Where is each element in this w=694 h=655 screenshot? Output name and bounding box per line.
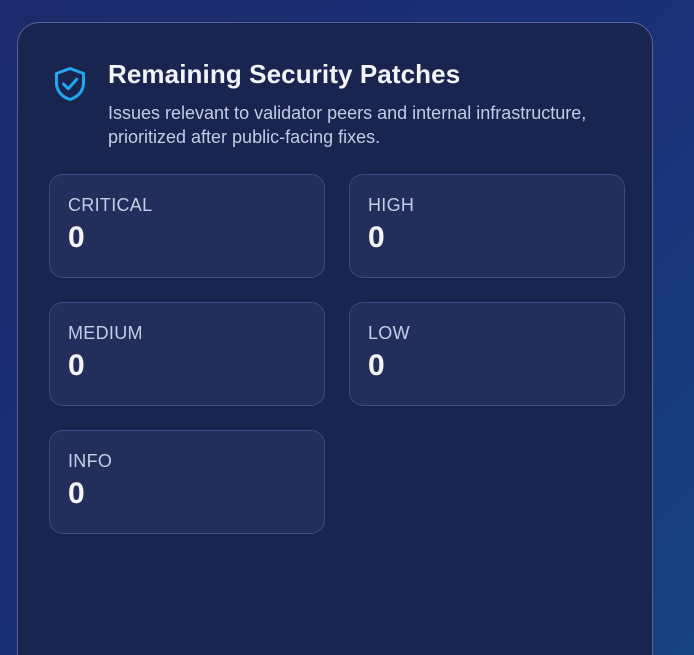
stat-label: HIGH [368, 195, 415, 215]
stat-value: 0 [68, 221, 85, 254]
stat-value: 0 [68, 349, 85, 382]
stat-label: LOW [368, 323, 410, 343]
stat-card-critical: CRITICAL 0 [49, 174, 325, 278]
panel-title: Remaining Security Patches [108, 59, 461, 89]
stat-card-medium: MEDIUM 0 [49, 302, 325, 406]
stat-card-low: LOW 0 [349, 302, 625, 406]
panel-subtitle: Issues relevant to validator peers and i… [108, 103, 587, 147]
stat-label: CRITICAL [68, 195, 153, 215]
stat-card-info: INFO 0 [49, 430, 325, 534]
stat-value: 0 [368, 221, 385, 254]
stat-value: 0 [368, 349, 385, 382]
shield-check-icon [55, 67, 85, 101]
stat-value: 0 [68, 477, 85, 510]
stat-card-high: HIGH 0 [349, 174, 625, 278]
stat-label: INFO [68, 451, 113, 471]
security-patches-card: Remaining Security Patches Issues releva… [17, 22, 653, 655]
stat-label: MEDIUM [68, 323, 143, 343]
